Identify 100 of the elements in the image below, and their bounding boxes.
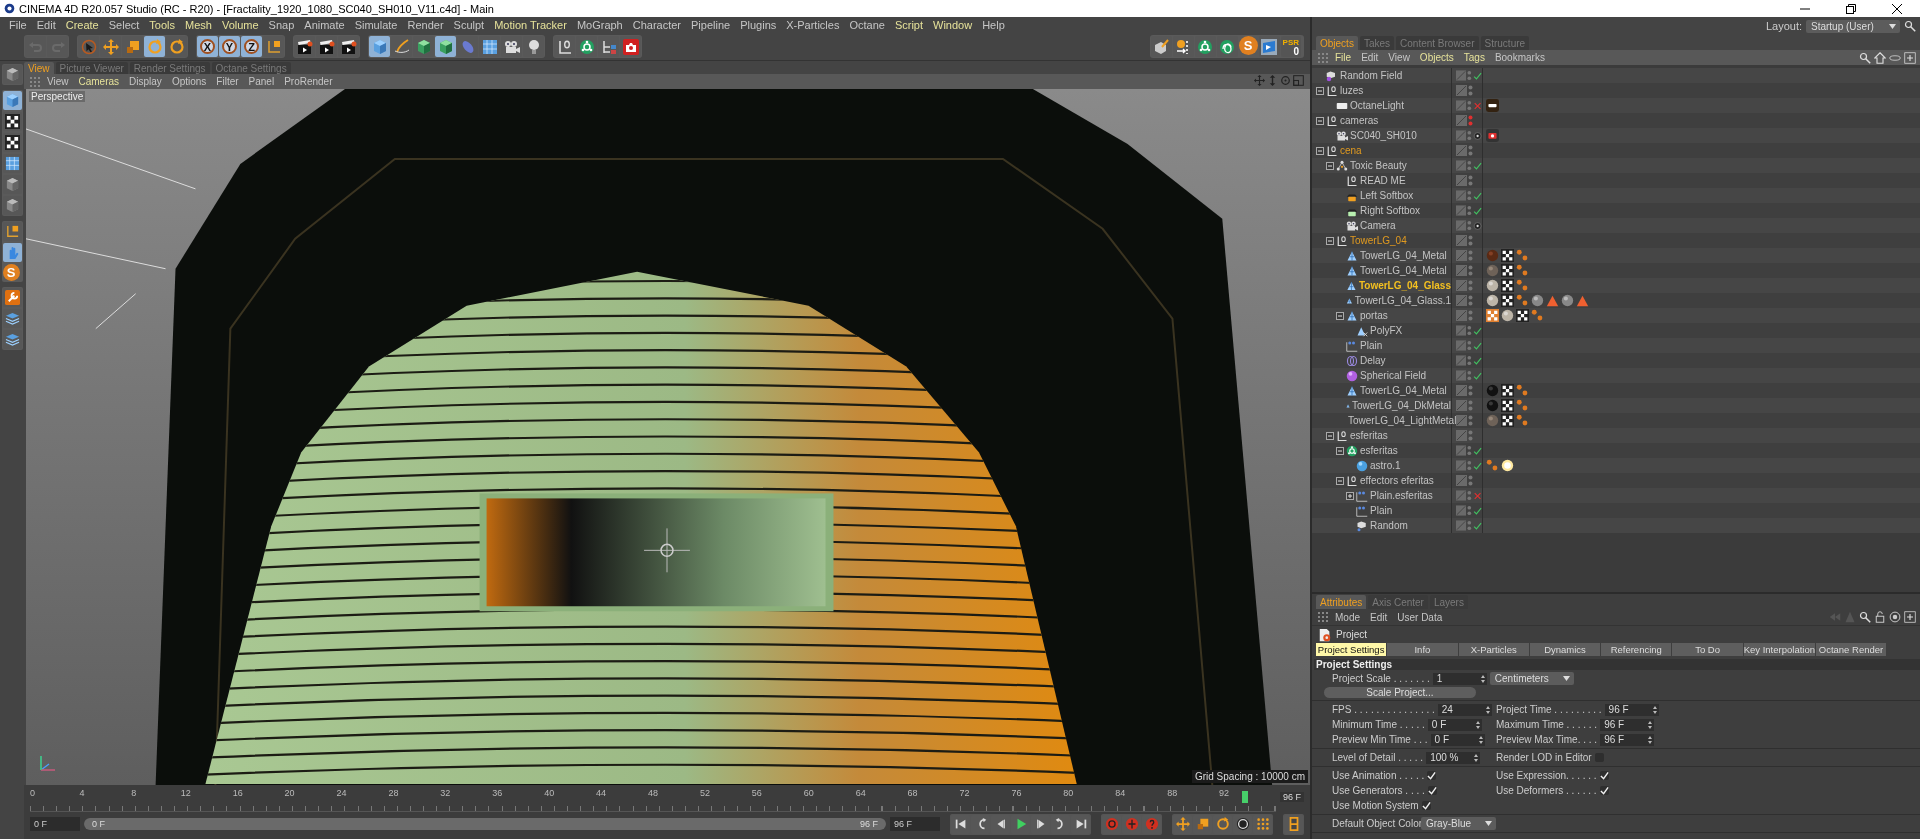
menu-item[interactable]: Panel (243, 75, 280, 88)
object-name[interactable]: cena (1340, 145, 1362, 156)
object-name[interactable]: astro.1 (1370, 460, 1401, 471)
object-name[interactable]: Plain (1360, 340, 1383, 351)
number-field[interactable]: 96 F (1600, 733, 1655, 746)
menu-item[interactable]: Display (124, 75, 167, 88)
menu-item[interactable]: Select (103, 17, 145, 33)
menu-item[interactable]: Cameras (73, 75, 125, 88)
menu-item[interactable]: File (1330, 50, 1357, 65)
menu-item[interactable]: Animate (299, 17, 350, 33)
object-name[interactable]: READ ME (1360, 175, 1406, 186)
object-name[interactable]: portas (1360, 310, 1388, 321)
menu-item[interactable]: Script (889, 17, 929, 33)
end-frame-field[interactable]: 96 F (890, 817, 940, 831)
menu-item[interactable]: Edit (31, 17, 61, 33)
object-name[interactable]: TowerLG_04 (1350, 235, 1407, 246)
object-name[interactable]: PolyFX (1370, 325, 1403, 336)
menu-item[interactable]: Character (627, 17, 687, 33)
timeline-ruler[interactable]: 0 4 8 12 16 20 24 28 32 36 40 44 48 52 56 60 64 68 72 76 80 84 88 92 (30, 787, 1276, 812)
object-name[interactable]: TowerLG_04_Metal (1360, 385, 1447, 396)
number-field[interactable]: 24 (1437, 703, 1492, 716)
psr-button[interactable]: PSR 0 (1280, 36, 1301, 57)
menu-item[interactable]: View (1383, 50, 1415, 65)
object-name[interactable]: esferitas (1360, 445, 1398, 456)
object-name[interactable]: TowerLG_04_LightMetal (1348, 415, 1457, 426)
object-name[interactable]: TowerLG_04_DkMetal (1352, 400, 1451, 411)
frame-range-slider[interactable]: 0 F 96 F (84, 818, 886, 830)
layout-dropdown[interactable]: Startup (User) (1806, 19, 1900, 33)
object-name[interactable]: Delay (1360, 355, 1386, 366)
menu-item[interactable]: Filter (211, 75, 244, 88)
menu-item[interactable]: Volume (216, 17, 264, 33)
settings-tab[interactable]: To Do (1672, 643, 1743, 656)
menu-item[interactable]: Options (166, 75, 212, 88)
menu-item[interactable]: Window (928, 17, 978, 33)
object-name[interactable]: TowerLG_04_Metal (1360, 265, 1447, 276)
settings-tab[interactable]: Dynamics (1529, 643, 1601, 656)
menu-item[interactable]: Edit (1365, 609, 1393, 625)
snap-button[interactable]: S (2, 264, 20, 281)
object-name[interactable]: effectors eferitas (1360, 475, 1434, 486)
object-name[interactable]: esferitas (1350, 430, 1388, 441)
menu-item[interactable]: Help (977, 17, 1010, 33)
menu-item[interactable]: Bookmarks (1489, 50, 1550, 65)
settings-tab[interactable]: Project Settings (1316, 643, 1387, 656)
settings-tab[interactable]: Octane Render (1816, 643, 1886, 656)
menu-item[interactable]: Mode (1330, 609, 1365, 625)
axis-toggle-button[interactable]: Z (241, 36, 262, 57)
object-name[interactable]: SC040_SH010 (1350, 130, 1417, 141)
number-field[interactable]: 1 (1432, 672, 1487, 685)
panel-tab[interactable]: Objects (1316, 36, 1358, 50)
menu-item[interactable]: ProRender (279, 75, 338, 88)
number-field[interactable]: 0 F (1430, 733, 1485, 746)
menu-item[interactable]: View (42, 75, 74, 88)
menu-item[interactable]: Create (60, 17, 104, 33)
menu-item[interactable]: Tags (1458, 50, 1490, 65)
number-field[interactable]: 100 % (1426, 751, 1481, 764)
object-name[interactable]: Plain.esferitas (1370, 490, 1433, 501)
menu-item[interactable]: Pipeline (686, 17, 736, 33)
number-field[interactable]: 96 F (1600, 718, 1655, 731)
settings-tab[interactable]: Referencing (1601, 643, 1672, 656)
object-name[interactable]: Left Softbox (1360, 190, 1414, 201)
number-field[interactable]: 0 F (1427, 718, 1482, 731)
color-dropdown[interactable]: Gray-Blue (1421, 817, 1496, 830)
panel-tab[interactable]: View (24, 62, 54, 74)
menu-item[interactable]: Mesh (180, 17, 217, 33)
menu-item[interactable]: File (4, 17, 32, 33)
scale-project-button[interactable]: Scale Project... (1324, 687, 1476, 698)
menu-item[interactable]: Octane (844, 17, 890, 33)
menu-item[interactable]: User Data (1392, 609, 1448, 625)
start-frame-field[interactable]: 0 F (30, 817, 80, 831)
object-name[interactable]: Plain (1370, 505, 1393, 516)
snap-button[interactable]: S (1238, 36, 1258, 55)
object-name[interactable]: Random (1370, 520, 1408, 531)
object-name[interactable]: OctaneLight (1350, 100, 1404, 111)
menu-item[interactable]: Sculpt (448, 17, 490, 33)
menu-item[interactable]: Objects (1414, 50, 1459, 65)
number-field[interactable]: 96 F (1604, 703, 1659, 716)
menu-item[interactable]: Render (402, 17, 449, 33)
menu-item[interactable]: Tools (144, 17, 180, 33)
unit-dropdown[interactable]: Centimeters (1489, 672, 1574, 685)
axis-toggle-button[interactable]: X (197, 36, 218, 57)
object-name[interactable]: TowerLG_04_Metal (1360, 250, 1447, 261)
object-name[interactable]: Spherical Field (1360, 370, 1427, 381)
menu-item[interactable]: Edit (1356, 50, 1384, 65)
object-name[interactable]: Toxic Beauty (1350, 160, 1407, 171)
object-name[interactable]: Random Field (1340, 70, 1403, 81)
object-name[interactable]: TowerLG_04_Glass.1 (1354, 295, 1451, 306)
axis-toggle-button[interactable]: Y (219, 36, 240, 57)
menu-item[interactable]: MoGraph (571, 17, 628, 33)
settings-tab[interactable]: Key Interpolation (1743, 643, 1815, 656)
panel-tab[interactable]: Attributes (1316, 595, 1367, 609)
menu-item[interactable]: Plugins (735, 17, 782, 33)
object-name[interactable]: TowerLG_04_Glass (1358, 280, 1451, 291)
menu-item[interactable]: Motion Tracker (489, 17, 572, 33)
object-name[interactable]: Camera (1360, 220, 1396, 231)
object-name[interactable]: cameras (1340, 115, 1379, 126)
settings-tab[interactable]: Info (1387, 643, 1458, 656)
menu-item[interactable]: Snap (263, 17, 300, 33)
menu-item[interactable]: Simulate (349, 17, 403, 33)
menu-item[interactable]: X-Particles (781, 17, 845, 33)
settings-tab[interactable]: X-Particles (1458, 643, 1529, 656)
